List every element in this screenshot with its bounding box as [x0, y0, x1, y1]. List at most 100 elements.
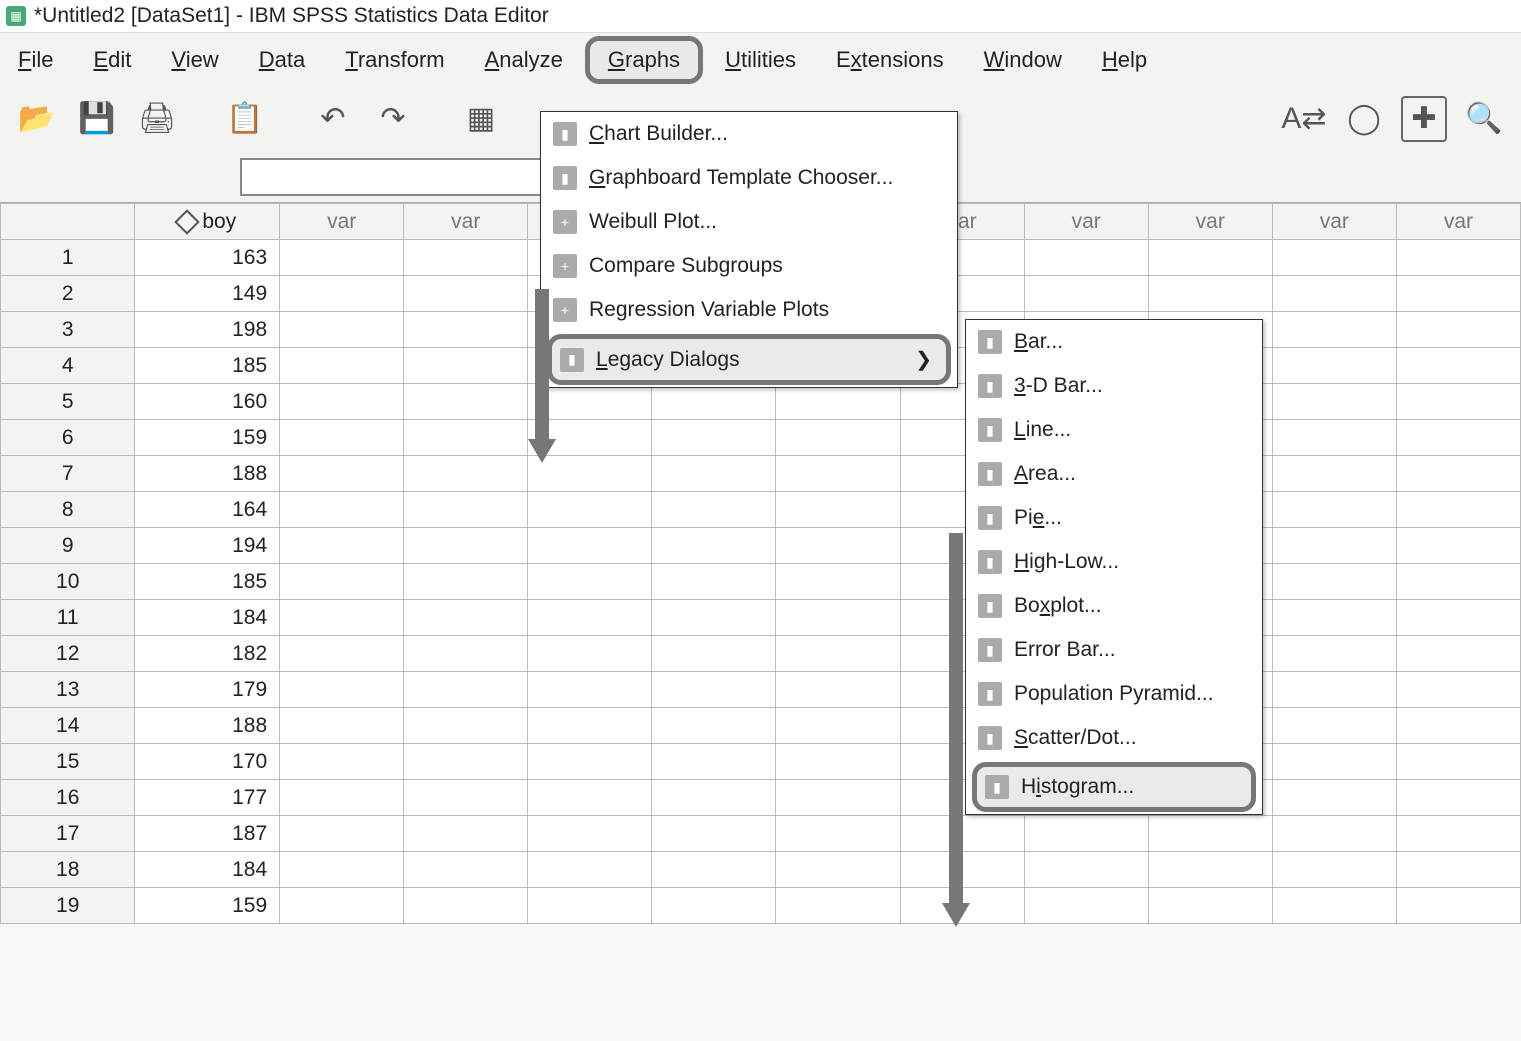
cell-boy[interactable]: 184: [135, 852, 280, 888]
cell-empty[interactable]: [776, 708, 900, 744]
cell-empty[interactable]: [1272, 636, 1396, 672]
cell-empty[interactable]: [404, 240, 528, 276]
table-row[interactable]: 18184: [1, 852, 1521, 888]
cell-empty[interactable]: [1148, 816, 1272, 852]
cell-empty[interactable]: [404, 636, 528, 672]
row-number[interactable]: 17: [1, 816, 135, 852]
row-number[interactable]: 6: [1, 420, 135, 456]
cell-empty[interactable]: [652, 816, 776, 852]
cell-boy[interactable]: 185: [135, 564, 280, 600]
cell-empty[interactable]: [280, 528, 404, 564]
graphs-item-graphboard-template-chooser-[interactable]: ▮Graphboard Template Chooser...: [541, 156, 957, 200]
legacy-item-line-[interactable]: ▮Line...: [966, 408, 1262, 452]
row-number[interactable]: 14: [1, 708, 135, 744]
goto-icon[interactable]: ▦: [458, 96, 504, 142]
cell-boy[interactable]: 159: [135, 420, 280, 456]
cell-empty[interactable]: [652, 600, 776, 636]
legacy-item-pie-[interactable]: ▮Pie...: [966, 496, 1262, 540]
recall-icon[interactable]: 📋: [222, 96, 268, 142]
row-number[interactable]: 13: [1, 672, 135, 708]
cell-empty[interactable]: [528, 420, 652, 456]
cell-empty[interactable]: [280, 420, 404, 456]
row-number[interactable]: 3: [1, 312, 135, 348]
cell-empty[interactable]: [1272, 420, 1396, 456]
cell-empty[interactable]: [280, 816, 404, 852]
cell-empty[interactable]: [1272, 384, 1396, 420]
graphs-item-chart-builder-[interactable]: ▮Chart Builder...: [541, 112, 957, 156]
graphs-item-regression-variable-plots[interactable]: +Regression Variable Plots: [541, 288, 957, 332]
cell-empty[interactable]: [280, 780, 404, 816]
cell-empty[interactable]: [528, 456, 652, 492]
cell-empty[interactable]: [1272, 708, 1396, 744]
cell-empty[interactable]: [652, 708, 776, 744]
cell-empty[interactable]: [528, 528, 652, 564]
cell-empty[interactable]: [652, 672, 776, 708]
cell-empty[interactable]: [1148, 240, 1272, 276]
cell-empty[interactable]: [776, 672, 900, 708]
cell-empty[interactable]: [404, 384, 528, 420]
row-number[interactable]: 9: [1, 528, 135, 564]
legacy-item-scatter-dot-[interactable]: ▮Scatter/Dot...: [966, 716, 1262, 760]
graphs-item-compare-subgroups[interactable]: +Compare Subgroups: [541, 244, 957, 288]
cell-empty[interactable]: [528, 888, 652, 924]
cell-empty[interactable]: [528, 816, 652, 852]
cell-empty[interactable]: [404, 456, 528, 492]
cell-empty[interactable]: [1024, 240, 1148, 276]
menu-extensions[interactable]: Extensions: [836, 47, 944, 73]
cell-empty[interactable]: [652, 420, 776, 456]
cell-empty[interactable]: [1396, 528, 1520, 564]
cell-empty[interactable]: [280, 492, 404, 528]
cell-empty[interactable]: [1396, 348, 1520, 384]
cell-empty[interactable]: [1024, 852, 1148, 888]
cell-empty[interactable]: [776, 852, 900, 888]
cell-empty[interactable]: [1272, 672, 1396, 708]
cell-empty[interactable]: [1396, 852, 1520, 888]
legacy-item-high-low-[interactable]: ▮High-Low...: [966, 540, 1262, 584]
cell-empty[interactable]: [1396, 492, 1520, 528]
cell-empty[interactable]: [652, 384, 776, 420]
cell-empty[interactable]: [776, 456, 900, 492]
legacy-item-3-d-bar-[interactable]: ▮3-D Bar...: [966, 364, 1262, 408]
row-number[interactable]: 10: [1, 564, 135, 600]
cell-empty[interactable]: [1396, 744, 1520, 780]
cell-empty[interactable]: [404, 672, 528, 708]
column-header-var[interactable]: var: [404, 204, 528, 240]
column-header-var[interactable]: var: [1272, 204, 1396, 240]
cell-boy[interactable]: 149: [135, 276, 280, 312]
cell-empty[interactable]: [404, 852, 528, 888]
cell-empty[interactable]: [1272, 564, 1396, 600]
row-number[interactable]: 16: [1, 780, 135, 816]
cell-empty[interactable]: [1272, 528, 1396, 564]
cell-empty[interactable]: [1396, 420, 1520, 456]
cell-empty[interactable]: [1396, 672, 1520, 708]
menu-transform[interactable]: Transform: [345, 47, 444, 73]
cell-empty[interactable]: [1148, 276, 1272, 312]
undo-icon[interactable]: ↶: [310, 96, 356, 142]
table-row[interactable]: 7188: [1, 456, 1521, 492]
cell-boy[interactable]: 163: [135, 240, 280, 276]
cell-empty[interactable]: [280, 636, 404, 672]
cell-empty[interactable]: [528, 384, 652, 420]
cell-empty[interactable]: [1396, 276, 1520, 312]
cell-empty[interactable]: [280, 456, 404, 492]
cell-boy[interactable]: 185: [135, 348, 280, 384]
redo-icon[interactable]: ↷: [370, 96, 416, 142]
cell-empty[interactable]: [900, 816, 1024, 852]
cell-empty[interactable]: [1396, 708, 1520, 744]
cell-empty[interactable]: [404, 888, 528, 924]
cell-empty[interactable]: [280, 744, 404, 780]
cell-empty[interactable]: [1148, 888, 1272, 924]
column-header-var[interactable]: var: [1024, 204, 1148, 240]
print-icon[interactable]: 🖨: [134, 96, 180, 142]
legacy-item-population-pyramid-[interactable]: ▮Population Pyramid...: [966, 672, 1262, 716]
cell-empty[interactable]: [1272, 852, 1396, 888]
cell-boy[interactable]: 187: [135, 816, 280, 852]
menu-help[interactable]: Help: [1102, 47, 1147, 73]
cell-empty[interactable]: [1396, 456, 1520, 492]
menu-data[interactable]: Data: [259, 47, 305, 73]
insert-icon[interactable]: ✚: [1401, 96, 1447, 142]
table-row[interactable]: 9194: [1, 528, 1521, 564]
table-row[interactable]: 16177: [1, 780, 1521, 816]
cell-empty[interactable]: [280, 852, 404, 888]
row-number[interactable]: 18: [1, 852, 135, 888]
